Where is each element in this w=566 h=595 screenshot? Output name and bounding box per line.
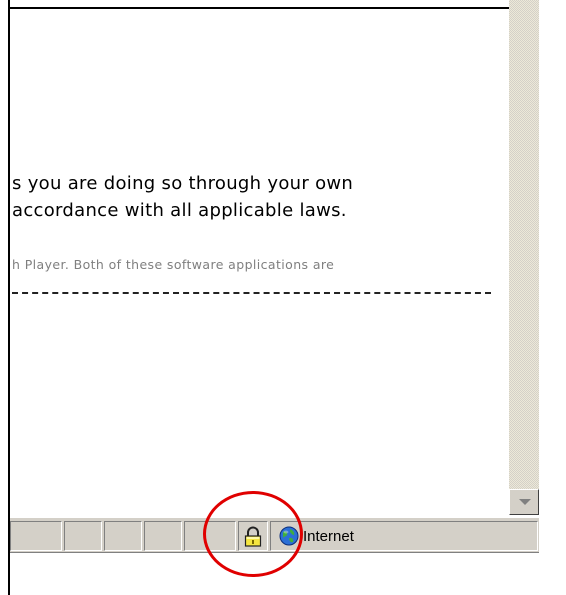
- body-text-line: accordance with all applicable laws.: [12, 200, 347, 221]
- scroll-down-arrow-icon: [519, 499, 531, 505]
- body-text-line: s you are doing so through your own: [12, 173, 354, 194]
- zone-label: Internet: [303, 528, 354, 545]
- status-pane: [104, 521, 142, 551]
- padlock-icon[interactable]: [242, 526, 264, 548]
- status-bar: Internet: [10, 517, 539, 553]
- scroll-down-button[interactable]: [509, 489, 539, 515]
- page-content: s you are doing so through your own acco…: [10, 9, 509, 489]
- status-pane: [64, 521, 102, 551]
- globe-icon: [279, 526, 299, 546]
- footnote-text-line: h Player. Both of these software applica…: [12, 257, 335, 272]
- status-pane: [10, 521, 62, 551]
- dashed-divider: [12, 292, 491, 294]
- status-pane: [184, 521, 236, 551]
- status-pane: [144, 521, 182, 551]
- vertical-scrollbar[interactable]: [509, 0, 539, 515]
